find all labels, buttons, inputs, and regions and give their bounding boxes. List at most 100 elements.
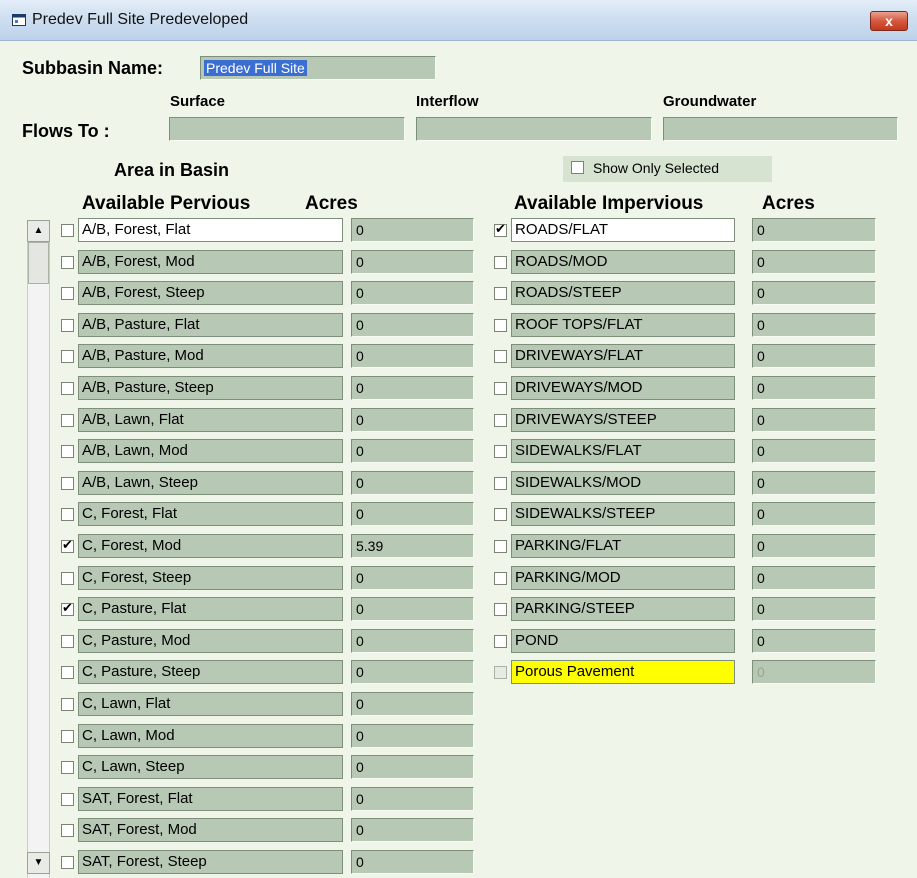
impervious-row-checkbox[interactable]	[494, 666, 507, 680]
impervious-row-acres-input[interactable]: 0	[752, 660, 876, 685]
pervious-row-acres-input[interactable]: 0	[351, 660, 474, 685]
pervious-row-checkbox[interactable]	[61, 600, 74, 617]
impervious-row-acres-input[interactable]: 0	[752, 439, 876, 464]
impervious-row-name: PARKING/STEEP	[511, 597, 735, 622]
pervious-row-checkbox[interactable]	[61, 413, 74, 427]
impervious-row-acres-input[interactable]: 0	[752, 502, 876, 527]
impervious-row-acres-input[interactable]: 0	[752, 281, 876, 306]
pervious-row-checkbox[interactable]	[61, 476, 74, 490]
impervious-row-acres-input[interactable]: 0	[752, 376, 876, 400]
pervious-row-acres-input[interactable]: 0	[351, 723, 474, 748]
pervious-row-checkbox[interactable]	[61, 666, 74, 680]
pervious-row-checkbox[interactable]	[61, 350, 74, 364]
area-in-basin-label: Area in Basin	[114, 160, 230, 180]
impervious-row-checkbox[interactable]	[494, 221, 507, 237]
scroll-up-arrow-icon[interactable]: ▲	[27, 220, 50, 242]
impervious-row-name: PARKING/MOD	[511, 565, 735, 590]
interflow-flow-select[interactable]	[416, 117, 652, 141]
pervious-row-checkbox[interactable]	[61, 856, 74, 869]
title-bar[interactable]: Predev Full Site Predeveloped x	[0, 0, 917, 41]
pervious-row-checkbox[interactable]	[61, 445, 74, 459]
pervious-row-acres-input[interactable]: 0	[351, 818, 474, 843]
impervious-row-name: ROADS/MOD	[511, 249, 735, 274]
impervious-row-checkbox[interactable]	[494, 287, 507, 301]
impervious-row-name: POND	[511, 628, 735, 653]
pervious-row-acres-input[interactable]: 0	[351, 850, 474, 874]
pervious-row-acres-input[interactable]: 0	[351, 565, 474, 590]
pervious-row-checkbox[interactable]	[61, 729, 74, 743]
impervious-row-acres-input[interactable]: 0	[752, 628, 876, 653]
pervious-row-acres-input[interactable]: 0	[351, 597, 474, 622]
impervious-row-checkbox[interactable]	[494, 540, 507, 553]
impervious-row-name: DRIVEWAYS/MOD	[511, 376, 735, 400]
impervious-row-acres-input[interactable]: 0	[752, 218, 876, 242]
impervious-row-acres-input[interactable]: 0	[752, 344, 876, 369]
pervious-row-acres-input[interactable]: 0	[351, 692, 474, 716]
pervious-row-checkbox[interactable]	[61, 224, 74, 237]
impervious-row-checkbox[interactable]	[494, 413, 507, 427]
impervious-row-checkbox[interactable]	[494, 255, 507, 269]
pervious-row-checkbox[interactable]	[61, 537, 74, 553]
pervious-row-name: A/B, Forest, Flat	[78, 218, 343, 242]
impervious-row-acres-input[interactable]: 0	[752, 249, 876, 274]
impervious-row-acres-input[interactable]: 0	[752, 565, 876, 590]
scrollbar-thumb[interactable]	[28, 242, 49, 284]
impervious-row-acres-input[interactable]: 0	[752, 597, 876, 622]
impervious-row-name: DRIVEWAYS/FLAT	[511, 344, 735, 369]
pervious-row-acres-input[interactable]: 0	[351, 376, 474, 400]
subbasin-name-label: Subbasin Name:	[22, 58, 164, 78]
impervious-row-checkbox[interactable]	[494, 350, 507, 364]
pervious-row-checkbox[interactable]	[61, 634, 74, 648]
subbasin-name-input[interactable]: Predev Full Site	[200, 56, 436, 80]
pervious-row-checkbox[interactable]	[61, 792, 74, 806]
impervious-row-acres-input[interactable]: 0	[752, 534, 876, 558]
pervious-row-acres-input[interactable]: 0	[351, 344, 474, 369]
impervious-row-acres-input[interactable]: 0	[752, 407, 876, 432]
groundwater-label: Groundwater	[663, 93, 757, 110]
pervious-row-checkbox[interactable]	[61, 824, 74, 838]
impervious-row-checkbox[interactable]	[494, 382, 507, 395]
pervious-row-name: A/B, Forest, Steep	[78, 281, 343, 306]
pervious-row-checkbox[interactable]	[61, 382, 74, 395]
pervious-row-checkbox[interactable]	[61, 287, 74, 301]
pervious-row-acres-input[interactable]: 0	[351, 407, 474, 432]
pervious-row-acres-input[interactable]: 0	[351, 470, 474, 495]
surface-flow-select[interactable]	[169, 117, 405, 141]
available-impervious-header: Available Impervious	[514, 193, 704, 214]
interflow-label: Interflow	[416, 93, 479, 110]
pervious-row-name: A/B, Pasture, Flat	[78, 312, 343, 337]
impervious-row-acres-input[interactable]: 0	[752, 470, 876, 495]
impervious-row-acres-input[interactable]: 0	[752, 312, 876, 337]
pervious-row-acres-input[interactable]: 0	[351, 312, 474, 337]
impervious-row-checkbox[interactable]	[494, 571, 507, 585]
impervious-row-checkbox[interactable]	[494, 603, 507, 617]
pervious-row-acres-input[interactable]: 0	[351, 439, 474, 464]
pervious-row-acres-input[interactable]: 5.39	[351, 534, 474, 558]
pervious-row-acres-input[interactable]: 0	[351, 281, 474, 306]
pervious-row-acres-input[interactable]: 0	[351, 755, 474, 780]
impervious-row-name: DRIVEWAYS/STEEP	[511, 407, 735, 432]
pervious-row-checkbox[interactable]	[61, 761, 74, 775]
impervious-row-checkbox[interactable]	[494, 634, 507, 648]
close-button[interactable]: x	[870, 11, 908, 31]
pervious-row-name: SAT, Forest, Flat	[78, 786, 343, 811]
pervious-row-checkbox[interactable]	[61, 698, 74, 711]
show-only-selected-checkbox[interactable]	[571, 161, 584, 174]
pervious-row-acres-input[interactable]: 0	[351, 249, 474, 274]
pervious-row-checkbox[interactable]	[61, 255, 74, 269]
pervious-row-checkbox[interactable]	[61, 508, 74, 522]
pervious-row-acres-input[interactable]: 0	[351, 786, 474, 811]
scroll-down-arrow-icon[interactable]: ▼	[27, 852, 50, 874]
impervious-row-checkbox[interactable]	[494, 508, 507, 522]
pervious-row-acres-input[interactable]: 0	[351, 628, 474, 653]
pervious-row-checkbox[interactable]	[61, 318, 74, 332]
pervious-row-acres-input[interactable]: 0	[351, 502, 474, 527]
impervious-row-checkbox[interactable]	[494, 318, 507, 332]
groundwater-flow-select[interactable]	[663, 117, 898, 141]
impervious-row-checkbox[interactable]	[494, 445, 507, 459]
pervious-scrollbar[interactable]	[27, 220, 50, 878]
impervious-row-checkbox[interactable]	[494, 476, 507, 490]
show-only-selected[interactable]: Show Only Selected	[563, 156, 772, 182]
pervious-row-acres-input[interactable]: 0	[351, 218, 474, 242]
pervious-row-checkbox[interactable]	[61, 571, 74, 585]
